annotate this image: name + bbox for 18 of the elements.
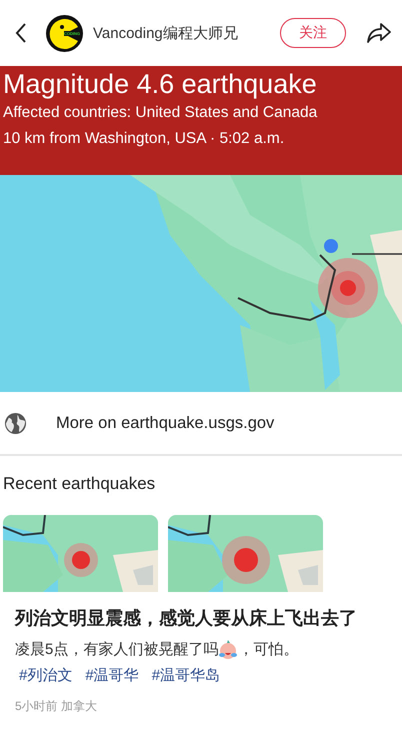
alert-detail: Affected countries: United States and Canada — [3, 103, 318, 123]
hashtag-link[interactable]: #列治文 — [19, 666, 72, 685]
hashtag-link[interactable]: #温哥华 — [85, 666, 139, 685]
hashtag-link[interactable]: #温哥华岛 — [152, 666, 220, 685]
alert-title: Magnitude 4.6 earthquake — [3, 68, 318, 100]
globe-icon — [4, 412, 27, 434]
author-name[interactable]: Vancoding编程大师兄 — [93, 24, 270, 42]
post-meta: 5小时前 加拿大 — [15, 698, 98, 715]
source-link[interactable]: More on earthquake.usgs.gov — [56, 414, 274, 432]
follow-button[interactable]: 关注 — [280, 18, 346, 48]
alert-detail: 10 km from Washington, USA · 5:02 a.m. — [3, 129, 286, 149]
back-icon[interactable] — [14, 22, 28, 44]
post-text: 凌晨5点，有家人们被晃醒了吗 — [15, 640, 218, 660]
share-icon[interactable] — [366, 21, 392, 45]
crying-sticker-icon — [218, 640, 238, 660]
post-title: 列治文明显震感，感觉人要从床上飞出去了 — [15, 607, 358, 630]
section-title: Recent earthquakes — [3, 474, 156, 495]
post-text: ，可怕。 — [238, 640, 298, 660]
